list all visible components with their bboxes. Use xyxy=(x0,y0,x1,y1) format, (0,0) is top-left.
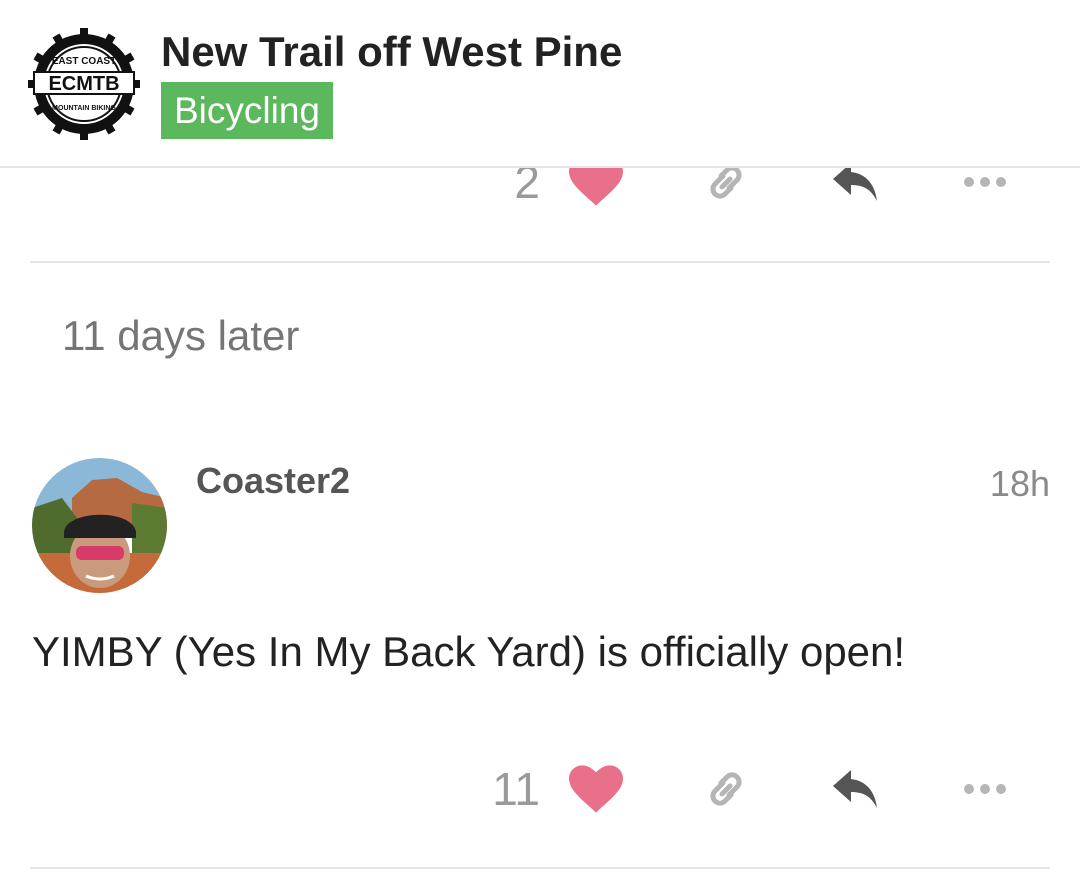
topic-title[interactable]: New Trail off West Pine xyxy=(161,28,622,76)
post-body: YIMBY (Yes In My Back Yard) is officiall… xyxy=(32,628,906,675)
post-divider xyxy=(30,261,1050,263)
site-logo[interactable]: EAST COAST ECMTB MOUNTAIN BIKING xyxy=(28,28,140,140)
link-icon[interactable] xyxy=(698,757,754,821)
like-count[interactable]: 11 xyxy=(492,757,540,821)
topic-page: EAST COAST ECMTB MOUNTAIN BIKING New Tra… xyxy=(0,0,1080,881)
svg-text:EAST COAST: EAST COAST xyxy=(52,56,116,67)
post-username[interactable]: Coaster2 xyxy=(196,460,350,502)
avatar[interactable] xyxy=(32,458,167,593)
svg-text:MOUNTAIN BIKING: MOUNTAIN BIKING xyxy=(52,105,116,112)
post-divider xyxy=(30,867,1050,869)
post-actions: 11 xyxy=(0,757,1080,821)
reply-icon[interactable] xyxy=(828,757,884,821)
more-icon[interactable] xyxy=(960,757,1010,821)
category-badge[interactable]: Bicycling xyxy=(161,82,333,139)
svg-text:ECMTB: ECMTB xyxy=(48,73,119,95)
heart-icon[interactable] xyxy=(568,757,624,821)
time-gap-label: 11 days later xyxy=(62,312,300,359)
topic-header: EAST COAST ECMTB MOUNTAIN BIKING New Tra… xyxy=(0,0,1080,168)
post-date[interactable]: 18h xyxy=(990,463,1050,505)
